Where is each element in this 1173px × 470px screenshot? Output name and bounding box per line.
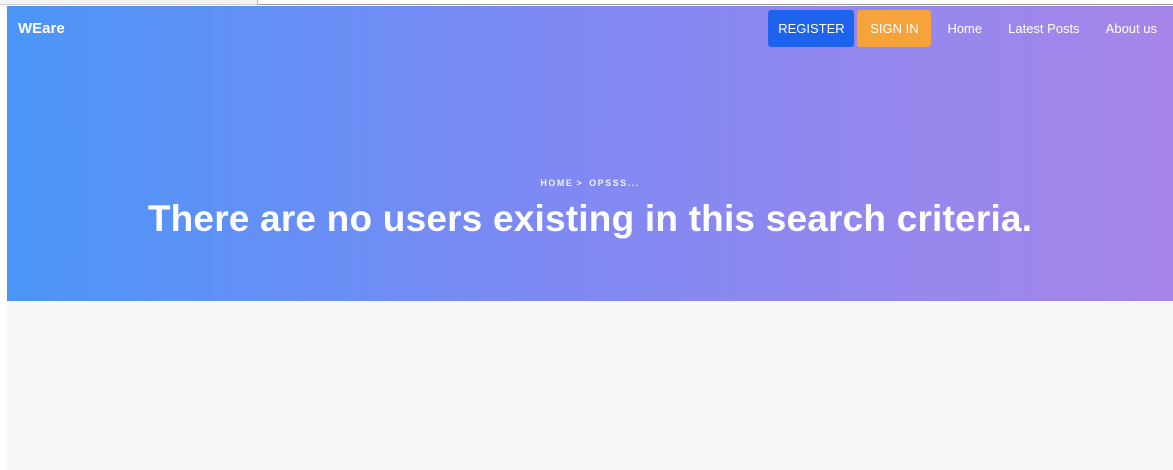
- breadcrumb-home[interactable]: HOME: [540, 178, 573, 188]
- brand-logo[interactable]: WEare: [18, 20, 65, 37]
- nav-link-home[interactable]: Home: [947, 21, 982, 36]
- nav-link-latest-posts[interactable]: Latest Posts: [1008, 21, 1080, 36]
- browser-divider: [258, 4, 1173, 5]
- page-title: There are no users existing in this sear…: [147, 198, 1033, 239]
- breadcrumb-separator: >: [576, 178, 584, 188]
- breadcrumb-current: OPSSS...: [589, 178, 640, 188]
- register-button[interactable]: REGISTER: [768, 9, 855, 47]
- sign-in-button[interactable]: SIGN IN: [857, 9, 932, 47]
- browser-tab-edge: [0, 0, 258, 5]
- hero-banner: WEare REGISTER SIGN IN Home Latest Posts…: [7, 6, 1173, 301]
- nav-link-about-us[interactable]: About us: [1106, 21, 1157, 36]
- main-nav: REGISTER SIGN IN Home Latest Posts About…: [768, 9, 1173, 47]
- main-content-area: [7, 301, 1173, 470]
- breadcrumb: HOME > OPSSS...: [7, 178, 1173, 188]
